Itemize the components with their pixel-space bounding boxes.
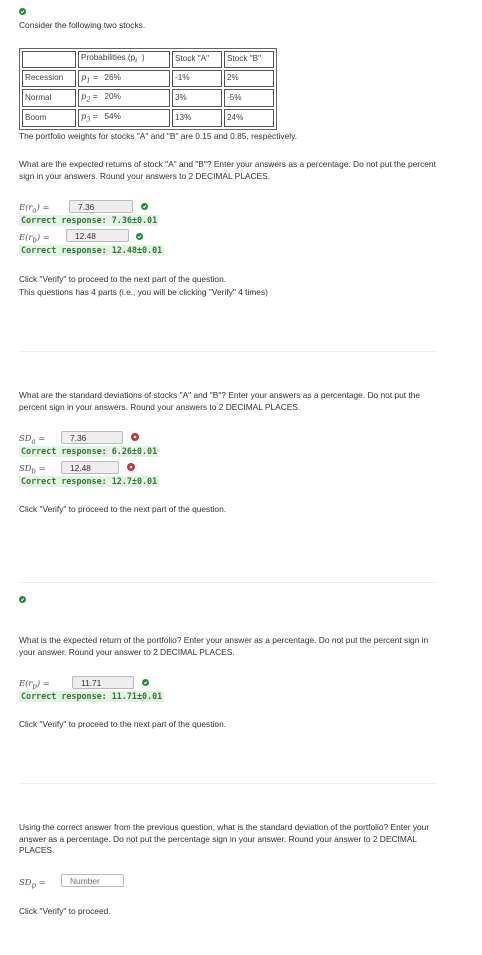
correct-response-sd-b: Correct response: 12.7±0.01 [19, 476, 160, 487]
sd-b-label: SDb = [19, 463, 46, 476]
correct-response-a: Correct response: 7.36±0.01 [19, 215, 160, 226]
expected-return-b-label: E(rb) = [19, 232, 50, 245]
portfolio-sd-input[interactable] [61, 874, 124, 887]
portfolio-return-label: E(rp) = [19, 678, 50, 691]
prob-cell: p3 = 54% [78, 108, 170, 127]
correct-check-icon [19, 596, 26, 603]
weights-text: The portfolio weights for stocks "A" and… [19, 131, 298, 141]
divider [19, 351, 437, 352]
portfolio-sd-label: SDp = [19, 877, 46, 890]
verify-instruction: Click "Verify" to proceed. [19, 906, 111, 916]
stock-b-cell: 2% [224, 69, 274, 88]
prob-cell: p1 = 26% [78, 69, 170, 88]
table-row: Boom p3 = 54% 13% 24% [22, 108, 274, 127]
stock-a-cell: -1% [172, 69, 222, 88]
expected-return-b-input[interactable] [66, 229, 129, 242]
stock-b-cell: 24% [224, 108, 274, 127]
table-header: Probabilities (pi ) [78, 51, 170, 68]
intro-text: Consider the following two stocks. [19, 20, 146, 30]
stock-b-cell: -5% [224, 89, 274, 107]
stock-a-cell: 3% [172, 89, 222, 107]
state-cell: Boom [22, 108, 76, 127]
sd-b-input[interactable] [61, 461, 119, 474]
expected-return-a-input[interactable] [69, 200, 133, 213]
part1-question: What are the expected returns of stock "… [19, 159, 436, 181]
correct-response-portfolio-return: Correct response: 11.71±0.01 [19, 691, 165, 702]
parts-note: This questions has 4 parts (i.e., you wi… [19, 287, 268, 297]
correct-response-b: Correct response: 12.48±0.01 [19, 245, 165, 256]
sd-a-input[interactable] [61, 431, 123, 444]
part4-question: Using the correct answer from the previo… [19, 822, 430, 856]
correct-check-icon [141, 203, 148, 210]
state-cell: Recession [22, 69, 76, 88]
prob-cell: p2 = 20% [78, 89, 170, 107]
correct-response-sd-a: Correct response: 6.26±0.01 [19, 446, 160, 457]
verify-instruction: Click "Verify" to proceed to the next pa… [19, 719, 227, 729]
part2-question: What are the standard deviations of stoc… [19, 390, 421, 412]
portfolio-return-input[interactable] [72, 676, 134, 689]
table-header-row: Probabilities (pi ) Stock "A" Stock "B" [22, 51, 274, 68]
table-header: Stock "A" [172, 51, 222, 68]
correct-check-icon [136, 233, 143, 240]
stocks-table: Probabilities (pi ) Stock "A" Stock "B" … [19, 48, 277, 130]
part3-question: What is the expected return of the portf… [19, 635, 429, 657]
table-header [22, 51, 76, 68]
verify-instruction: Click "Verify" to proceed to the next pa… [19, 504, 227, 514]
incorrect-x-icon [131, 433, 139, 441]
divider [19, 582, 437, 583]
correct-check-icon [142, 679, 149, 686]
table-row: Normal p2 = 20% 3% -5% [22, 89, 274, 107]
verify-instruction: Click "Verify" to proceed to the next pa… [19, 274, 227, 284]
state-cell: Normal [22, 89, 76, 107]
table-header: Stock "B" [224, 51, 274, 68]
stock-a-cell: 13% [172, 108, 222, 127]
incorrect-x-icon [127, 463, 135, 471]
table-row: Recession p1 = 26% -1% 2% [22, 69, 274, 88]
expected-return-a-label: E(ra) = [19, 202, 50, 215]
sd-a-label: SDa = [19, 433, 46, 446]
correct-check-icon [19, 8, 26, 15]
divider [19, 783, 437, 784]
